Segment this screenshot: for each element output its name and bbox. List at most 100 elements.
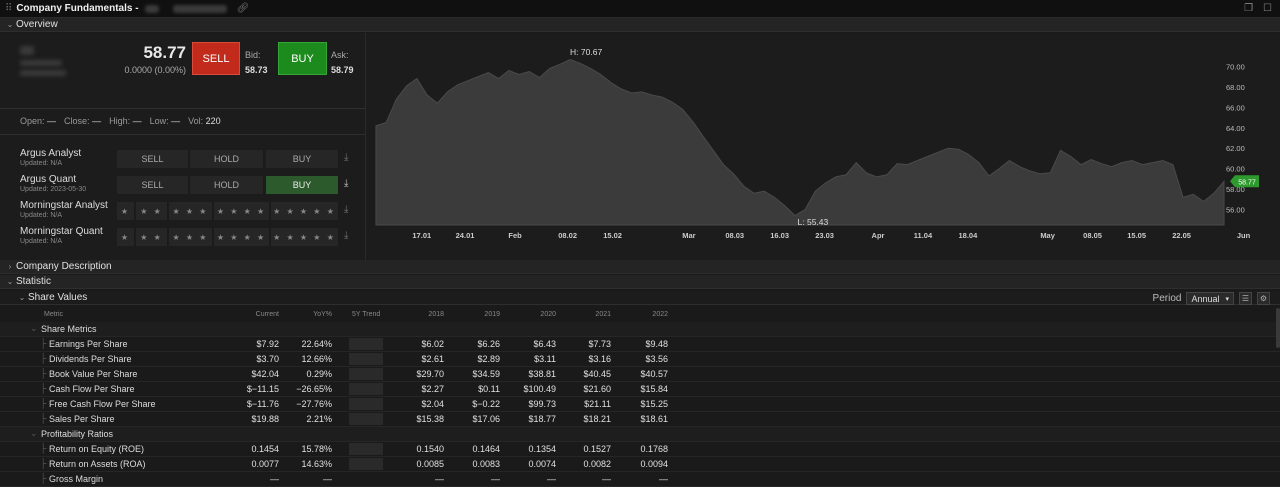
rating-updated: Updated: 2023-05-30 — [20, 186, 87, 193]
x-tick-label: 23.03 — [815, 231, 834, 240]
table-row[interactable]: ├ Dividends Per Share $3.70 12.66% $2.61 $2.8… — [0, 352, 1280, 367]
cell-y2018: $6.02 — [421, 339, 444, 349]
rating-hold: HOLD — [190, 150, 264, 168]
share-values-header[interactable]: ⌄ Share Values — [0, 291, 1280, 305]
cell-yoy: −26.65% — [296, 384, 332, 394]
metric-name: Sales Per Share — [49, 414, 115, 424]
y-tick-label: 68.00 — [1226, 83, 1245, 92]
cell-y2022: $18.61 — [640, 414, 668, 424]
table-row[interactable]: ├ Return on Equity (ROE) 0.1454 15.78% 0.154… — [0, 442, 1280, 457]
x-tick-label: 15.02 — [603, 231, 622, 240]
sell-button[interactable]: SELL — [192, 42, 240, 75]
price-chart[interactable]: 70.00 68.00 66.00 64.00 62.00 60.00 58.00 56.00… — [366, 33, 1280, 260]
column-header[interactable]: 5Y Trend — [352, 307, 380, 321]
cell-current: $7.92 — [256, 339, 279, 349]
x-tick-label: Apr — [872, 231, 885, 240]
x-tick-label: 16.03 — [770, 231, 789, 240]
cell-y2018: $15.38 — [416, 414, 444, 424]
link-icon[interactable]: 🔗︎ — [237, 3, 250, 14]
table-row[interactable]: ├ Return on Assets (ROA) 0.0077 14.63% 0.008… — [0, 457, 1280, 472]
chevron-right-icon: › — [8, 262, 12, 271]
company-description-header[interactable]: › Company Description — [0, 260, 1280, 274]
cell-y2021: — — [602, 474, 611, 484]
cell-y2019: $−0.22 — [472, 399, 500, 409]
cell-y2022: $40.57 — [640, 369, 668, 379]
rating-updated: Updated: N/A — [20, 212, 63, 219]
rating-source-name: Morningstar Quant — [20, 226, 103, 237]
cell-y2018: $29.70 — [416, 369, 444, 379]
overview-header[interactable]: ⌄ Overview — [0, 18, 1280, 32]
high-label: High: — [109, 116, 131, 126]
cell-yoy: 15.78% — [301, 444, 332, 454]
window-titlebar: ⠿ Company Fundamentals - 🔗︎ ❐ ☐ — [0, 0, 1280, 18]
download-icon[interactable]: ⤓ — [344, 230, 348, 241]
column-header[interactable]: YoY% — [272, 307, 332, 321]
table-row[interactable]: ├ Book Value Per Share $42.04 0.29% $29.70 $3… — [0, 367, 1280, 382]
rating-source-name: Argus Analyst — [20, 148, 82, 159]
cell-y2020: 0.1354 — [528, 444, 556, 454]
cell-y2018: 0.0085 — [416, 459, 444, 469]
settings-icon[interactable]: ⚙ — [1257, 292, 1270, 305]
ask-label: Ask: — [331, 50, 349, 60]
rating-updated: Updated: N/A — [20, 160, 63, 167]
download-icon[interactable]: ⤓ — [344, 204, 348, 215]
group-label: Profitability Ratios — [41, 429, 114, 439]
cell-y2022: — — [659, 474, 668, 484]
cell-y2021: 0.0082 — [583, 459, 611, 469]
y-tick-label: 70.00 — [1226, 62, 1245, 71]
column-header[interactable]: Current — [219, 307, 279, 321]
tree-connector: ├ — [40, 458, 47, 468]
list-view-icon[interactable]: ☰ — [1239, 292, 1252, 305]
download-icon[interactable]: ⤓ — [344, 152, 348, 163]
column-header[interactable]: 2020 — [496, 307, 556, 321]
cell-y2022: 0.1768 — [640, 444, 668, 454]
cell-yoy: — — [323, 474, 332, 484]
column-header[interactable]: Metric — [44, 307, 63, 321]
table-row[interactable]: ├ Sales Per Share $19.88 2.21% $15.38 $17.06 $… — [0, 412, 1280, 427]
table-group-row[interactable]: ⌄ Profitability Ratios — [0, 427, 1280, 442]
table-row[interactable]: ├ Earnings Per Share $7.92 22.64% $6.02 $6.26… — [0, 337, 1280, 352]
close-icon[interactable]: ☐ — [1263, 3, 1272, 14]
cell-yoy: 2.21% — [306, 414, 332, 424]
cell-y2021: $18.21 — [583, 414, 611, 424]
table-row[interactable]: ├ Cash Flow Per Share $−11.15 −26.65% $2.27 $… — [0, 382, 1280, 397]
metric-name: Free Cash Flow Per Share — [49, 399, 156, 409]
cell-current: $3.70 — [256, 354, 279, 364]
table-row[interactable]: ├ Gross Margin — — — — — — — — [0, 472, 1280, 487]
cell-y2020: $18.77 — [528, 414, 556, 424]
company-description-title: Company Description — [16, 261, 112, 272]
scrollbar[interactable] — [1276, 308, 1280, 348]
cell-y2019: $17.06 — [472, 414, 500, 424]
cell-y2020: $6.43 — [533, 339, 556, 349]
divider — [0, 134, 366, 135]
restore-icon[interactable]: ❐ — [1244, 3, 1253, 14]
table-group-row[interactable]: ⌄ Share Metrics — [0, 322, 1280, 337]
redacted-ticker — [20, 46, 34, 55]
column-header[interactable]: 2022 — [608, 307, 668, 321]
cell-y2018: — — [435, 474, 444, 484]
ask-value: 58.79 — [331, 65, 354, 75]
cell-y2021: $7.73 — [588, 339, 611, 349]
star-rating-1: ★ — [117, 228, 135, 246]
cell-y2019: $34.59 — [472, 369, 500, 379]
column-header[interactable]: 2019 — [440, 307, 500, 321]
star-rating-3: ★ ★ ★ — [169, 202, 213, 220]
trend-sparkline — [349, 368, 383, 380]
column-header[interactable]: 2018 — [384, 307, 444, 321]
drag-handle-icon[interactable]: ⠿ — [5, 3, 12, 14]
volume-label: Vol: — [188, 116, 204, 126]
download-icon[interactable]: ⤓ — [344, 178, 348, 189]
x-tick-label: 15.05 — [1127, 231, 1146, 240]
column-header[interactable]: 2021 — [551, 307, 611, 321]
buy-button[interactable]: BUY — [278, 42, 327, 75]
cell-current: $19.88 — [251, 414, 279, 424]
statistic-header[interactable]: ⌄ Statistic — [0, 275, 1280, 289]
period-select[interactable]: Annual ▾ — [1186, 292, 1234, 305]
x-tick-label: 11.04 — [914, 231, 933, 240]
y-tick-label: 64.00 — [1226, 124, 1245, 133]
trend-sparkline — [349, 398, 383, 410]
table-row[interactable]: ├ Free Cash Flow Per Share $−11.76 −27.76% $… — [0, 397, 1280, 412]
rating-hold: HOLD — [190, 176, 264, 194]
cell-yoy: 14.63% — [301, 459, 332, 469]
close-value: — — [92, 116, 102, 126]
